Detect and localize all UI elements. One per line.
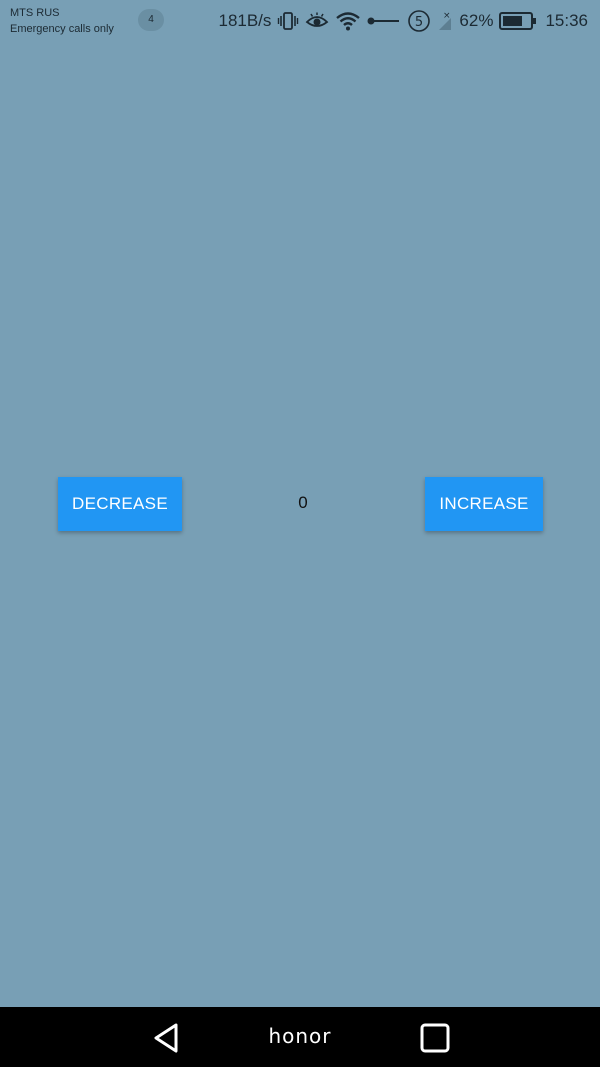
decrease-button[interactable]: DECREASE — [58, 477, 182, 531]
eye-icon — [305, 8, 329, 34]
no-signal-icon: × — [437, 8, 453, 34]
main-content: DECREASE 0 INCREASE — [0, 44, 600, 1007]
increase-button[interactable]: INCREASE — [425, 477, 543, 531]
svg-text:×: × — [443, 11, 451, 21]
carrier-name: MTS RUS — [10, 7, 60, 19]
vibrate-icon — [277, 8, 299, 34]
carrier-status: Emergency calls only — [10, 23, 114, 35]
status-bar: MTS RUS Emergency calls only 4 181B/s 5 … — [0, 0, 600, 44]
navigation-bar: honor — [0, 1007, 600, 1067]
back-icon[interactable] — [150, 1021, 184, 1055]
recents-icon[interactable] — [418, 1021, 452, 1055]
key-icon — [367, 8, 401, 34]
svg-text:5: 5 — [415, 15, 423, 30]
carrier-info: MTS RUS Emergency calls only — [10, 5, 114, 37]
counter-value: 0 — [298, 493, 308, 512]
wifi-icon — [335, 8, 361, 34]
network-speed: 181B/s — [218, 11, 272, 30]
clock: 15:36 — [545, 11, 588, 30]
brand-logo: honor — [268, 1024, 332, 1048]
sync-icon: 5 — [407, 8, 431, 34]
battery-percent: 62% — [459, 11, 494, 30]
status-icons: 181B/s 5 × 62% 15:36 — [218, 8, 588, 34]
battery-icon — [499, 8, 537, 34]
notification-count-badge: 4 — [138, 9, 164, 31]
